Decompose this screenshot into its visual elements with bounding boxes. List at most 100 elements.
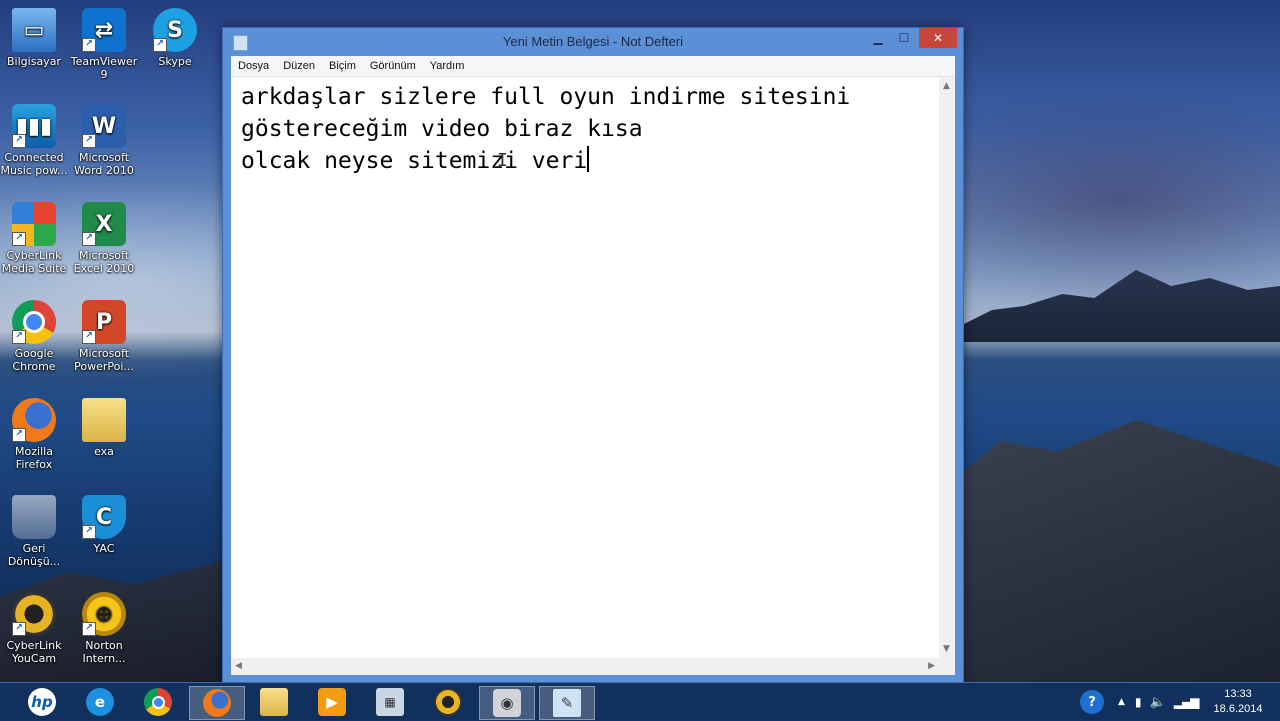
text-line: olcak neyse sitemizi veri xyxy=(241,148,588,174)
mountain-silhouette xyxy=(960,270,1280,342)
desktop-icon-connected-music[interactable]: ▮▮▮ ↗ Connected Music pow... xyxy=(0,104,68,177)
desktop-icon-google-chrome[interactable]: ↗ Google Chrome xyxy=(0,300,68,373)
maximize-button[interactable]: ☐ xyxy=(891,28,917,48)
file-explorer-icon xyxy=(260,688,288,716)
desktop-icon-label: Skype xyxy=(158,55,192,68)
desktop-icon-label: TeamViewer 9 xyxy=(70,55,138,81)
powerpoint-icon: P ↗ xyxy=(82,300,126,344)
desktop-icon-bilgisayar[interactable]: ▭ Bilgisayar xyxy=(0,8,68,68)
yac-shield-icon: C ↗ xyxy=(82,495,126,539)
desktop-icon-word[interactable]: W ↗ Microsoft Word 2010 xyxy=(70,104,138,177)
menu-dosya[interactable]: Dosya xyxy=(231,60,276,72)
firefox-icon: ↗ xyxy=(12,398,56,442)
desktop-icon-cyberlink-media-suite[interactable]: ↗ CyberLink Media Suite xyxy=(0,202,68,275)
network-signal-icon[interactable]: ▂▄▆ xyxy=(1174,695,1200,709)
desktop-icon-label: Connected Music pow... xyxy=(0,151,68,177)
text-editor[interactable]: arkdaşlar sizlere full oyun indirme site… xyxy=(231,77,939,658)
taskbar-hp[interactable]: hp xyxy=(15,686,69,718)
desktop-icon-skype[interactable]: S ↗ Skype xyxy=(141,8,209,68)
notepad-icon: ✎ xyxy=(553,689,581,717)
desktop-icon-norton[interactable]: ⊕ ↗ Norton Intern... xyxy=(70,592,138,665)
cyberlink-youcam-icon xyxy=(434,688,462,716)
webcam-icon: ↗ xyxy=(12,592,56,636)
title-bar[interactable]: Yeni Metin Belgesi - Not Defteri ▁ ☐ ✕ xyxy=(223,28,963,56)
teamviewer-icon: ⇄ ↗ xyxy=(82,8,126,52)
scroll-left-arrow-icon[interactable]: ◀ xyxy=(235,661,242,671)
folder-icon xyxy=(82,398,126,442)
volume-icon[interactable]: 🔈 xyxy=(1150,695,1166,710)
taskbar-internet-explorer[interactable]: e xyxy=(73,686,127,718)
desktop-icon-label: YAC xyxy=(93,542,115,555)
desktop-icon-label: Microsoft Excel 2010 xyxy=(73,249,135,275)
excel-icon: X ↗ xyxy=(82,202,126,246)
menu-bicim[interactable]: Biçim xyxy=(322,60,363,72)
calculator-icon: ▦ xyxy=(376,688,404,716)
desktop-icon-excel[interactable]: X ↗ Microsoft Excel 2010 xyxy=(70,202,138,275)
menu-gorunum[interactable]: Görünüm xyxy=(363,60,423,72)
desktop-icon-teamviewer[interactable]: ⇄ ↗ TeamViewer 9 xyxy=(70,8,138,81)
desktop-icon-recycle-bin[interactable]: Geri Dönüşü... xyxy=(0,495,68,568)
minimize-button[interactable]: ▁ xyxy=(865,28,891,48)
desktop-icon-label: Microsoft Word 2010 xyxy=(74,151,134,177)
taskbar-chrome[interactable] xyxy=(131,686,185,718)
taskbar: hp e ▶ ▦ ◉ ✎ ? ▲ ▮ 🔈 ▂▄▆ 13:33 18.6.2014 xyxy=(0,682,1280,721)
help-icon[interactable]: ? xyxy=(1080,690,1104,714)
word-icon: W ↗ xyxy=(82,104,126,148)
system-tray: ? ▲ ▮ 🔈 ▂▄▆ xyxy=(1080,683,1200,721)
text-line: göstereceğim video biraz kısa xyxy=(241,116,643,142)
media-player-icon: ▶ xyxy=(318,688,346,716)
desktop-icon-exa-folder[interactable]: exa xyxy=(70,398,138,458)
clock-time: 13:33 xyxy=(1224,688,1252,700)
desktop-icon-label: Norton Intern... xyxy=(82,639,126,665)
desktop-icon-label: CyberLink YouCam xyxy=(6,639,62,665)
desktop-icon-yac[interactable]: C ↗ YAC xyxy=(70,495,138,555)
internet-explorer-icon: e xyxy=(86,688,114,716)
ibeam-cursor-icon: I xyxy=(497,150,508,171)
desktop-icon-firefox[interactable]: ↗ Mozilla Firefox xyxy=(0,398,68,471)
computer-icon: ▭ xyxy=(12,8,56,52)
desktop-icon-label: Geri Dönüşü... xyxy=(7,542,61,568)
show-hidden-icons-icon[interactable]: ▲ xyxy=(1118,697,1125,707)
taskbar-clock[interactable]: 13:33 18.6.2014 xyxy=(1206,687,1270,717)
music-equalizer-icon: ▮▮▮ ↗ xyxy=(12,104,56,148)
scroll-down-arrow-icon[interactable]: ▼ xyxy=(943,644,950,654)
taskbar-calculator[interactable]: ▦ xyxy=(363,686,417,718)
desktop-icon-powerpoint[interactable]: P ↗ Microsoft PowerPoi... xyxy=(70,300,138,373)
taskbar-cyberlink-youcam[interactable] xyxy=(421,686,475,718)
editor-content[interactable]: arkdaşlar sizlere full oyun indirme site… xyxy=(241,81,931,177)
text-line: arkdaşlar sizlere full oyun indirme site… xyxy=(241,84,851,110)
menu-duzen[interactable]: Düzen xyxy=(276,60,322,72)
desktop-icon-label: CyberLink Media Suite xyxy=(1,249,67,275)
menu-bar: Dosya Düzen Biçim Görünüm Yardım xyxy=(231,56,955,77)
window-title: Yeni Metin Belgesi - Not Defteri xyxy=(502,34,684,49)
scroll-up-arrow-icon[interactable]: ▲ xyxy=(943,81,950,91)
desktop-icon-label: Google Chrome xyxy=(12,347,56,373)
desktop-icon-label: Mozilla Firefox xyxy=(15,445,53,471)
taskbar-camera[interactable]: ◉ xyxy=(479,686,535,720)
hp-icon: hp xyxy=(28,688,56,716)
power-icon[interactable]: ▮ xyxy=(1135,695,1142,709)
clock-date: 18.6.2014 xyxy=(1213,703,1263,715)
puzzle-icon: ↗ xyxy=(12,202,56,246)
taskbar-firefox[interactable] xyxy=(189,686,245,720)
taskbar-notepad[interactable]: ✎ xyxy=(539,686,595,720)
firefox-icon xyxy=(203,689,231,717)
vertical-scrollbar[interactable]: ▲ ▼ xyxy=(939,77,955,658)
notepad-window[interactable]: Yeni Metin Belgesi - Not Defteri ▁ ☐ ✕ D… xyxy=(222,27,964,684)
menu-yardim[interactable]: Yardım xyxy=(423,60,472,72)
desktop-icon-label: Bilgisayar xyxy=(7,55,61,68)
norton-globe-icon: ⊕ ↗ xyxy=(82,592,126,636)
skype-icon: S ↗ xyxy=(153,8,197,52)
taskbar-media-player[interactable]: ▶ xyxy=(305,686,359,718)
rock-shore-right xyxy=(962,420,1280,682)
desktop-icon-label: exa xyxy=(94,445,114,458)
desktop-icon-label: Microsoft PowerPoi... xyxy=(74,347,134,373)
close-button[interactable]: ✕ xyxy=(919,28,957,48)
scroll-right-arrow-icon[interactable]: ▶ xyxy=(928,661,935,671)
taskbar-file-explorer[interactable] xyxy=(247,686,301,718)
recycle-bin-icon xyxy=(12,495,56,539)
desktop-icon-cyberlink-youcam[interactable]: ↗ CyberLink YouCam xyxy=(0,592,68,665)
horizontal-scrollbar[interactable]: ◀ ▶ xyxy=(231,658,939,675)
chrome-icon xyxy=(144,688,172,716)
camera-icon: ◉ xyxy=(493,689,521,717)
